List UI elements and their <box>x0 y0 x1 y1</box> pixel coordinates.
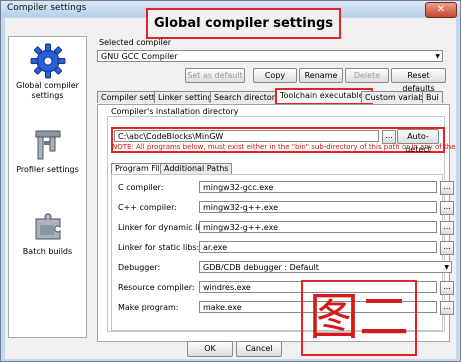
debugger-select[interactable]: GDB/CDB debugger : Default ▼ <box>199 261 452 273</box>
delete-button[interactable]: Delete <box>345 68 389 83</box>
dialog-client-area: Global compiler settings Global compiler… <box>5 8 456 359</box>
chevron-down-icon: ▼ <box>435 53 440 60</box>
browse-make-program-button[interactable]: ... <box>440 301 454 315</box>
browse-resource-compiler-button[interactable]: ... <box>440 281 454 295</box>
figure-annotation: 图二 <box>301 280 417 356</box>
tab-build-options[interactable]: Bui <box>422 91 443 103</box>
caliper-icon <box>30 127 66 163</box>
set-default-button[interactable]: Set as default <box>185 68 245 83</box>
browse-dynamic-linker-button[interactable]: ... <box>440 221 454 235</box>
browse-c-compiler-button[interactable]: ... <box>440 181 454 195</box>
window-title: Compiler settings <box>7 3 87 13</box>
browse-cpp-compiler-button[interactable]: ... <box>440 201 454 215</box>
debugger-select-value: GDB/CDB debugger : Default <box>203 263 319 272</box>
cpp-compiler-label: C++ compiler: <box>118 203 177 212</box>
selected-compiler-label: Selected compiler <box>99 38 172 47</box>
c-compiler-input[interactable]: mingw32-gcc.exe <box>199 181 437 193</box>
browse-static-linker-button[interactable]: ... <box>440 241 454 255</box>
sidebar-item-global-compiler[interactable]: Global compiler settings <box>9 43 86 101</box>
sidebar-item-label: Global compiler settings <box>16 81 79 100</box>
install-dir-note: NOTE: All programs below, must exist eit… <box>112 143 456 151</box>
compiler-select-value: GNU GCC Compiler <box>101 52 178 61</box>
resource-compiler-label: Resource compiler: <box>118 283 195 292</box>
sidebar-item-batch-builds[interactable]: Batch builds <box>9 209 86 257</box>
puzzle-icon <box>30 209 66 245</box>
sidebar-item-label: Batch builds <box>22 247 73 256</box>
settings-sidebar: Global compiler settings Profiler settin… <box>8 36 87 338</box>
install-dir-input[interactable]: C:\abc\CodeBlocks\MinGW <box>114 130 379 142</box>
tab-toolchain-executables[interactable]: Toolchain executables <box>275 88 373 105</box>
rename-button[interactable]: Rename <box>299 68 343 83</box>
static-linker-input[interactable]: ar.exe <box>199 241 437 253</box>
reset-defaults-button[interactable]: Reset defaults <box>391 68 446 93</box>
close-icon[interactable]: ✕ <box>425 2 457 18</box>
sidebar-item-profiler[interactable]: Profiler settings <box>9 127 86 175</box>
page-title: Global compiler settings <box>146 8 341 39</box>
compiler-select[interactable]: GNU GCC Compiler ▼ <box>97 50 443 62</box>
c-compiler-label: C compiler: <box>118 183 164 192</box>
ok-button[interactable]: OK <box>187 341 233 357</box>
dynamic-linker-input[interactable]: mingw32-g++.exe <box>199 221 437 233</box>
compiler-settings-window: Compiler settings ✕ Global compiler sett… <box>0 0 461 362</box>
debugger-label: Debugger: <box>118 263 161 272</box>
chevron-down-icon: ▼ <box>444 264 449 271</box>
static-linker-label: Linker for static libs: <box>118 243 200 252</box>
cpp-compiler-input[interactable]: mingw32-g++.exe <box>199 201 437 213</box>
tab-additional-paths[interactable]: Additional Paths <box>160 163 233 174</box>
copy-button[interactable]: Copy <box>253 68 297 83</box>
install-dir-label: Compiler's installation directory <box>109 107 241 116</box>
browse-dir-button[interactable]: ... <box>382 130 396 144</box>
make-program-label: Make program: <box>118 303 179 312</box>
gear-icon <box>30 43 66 79</box>
sidebar-item-label: Profiler settings <box>16 165 79 174</box>
dynamic-linker-label: Linker for dynamic libs: <box>118 223 212 232</box>
cancel-button[interactable]: Cancel <box>236 341 282 357</box>
auto-detect-button[interactable]: Auto-detect <box>397 129 439 154</box>
